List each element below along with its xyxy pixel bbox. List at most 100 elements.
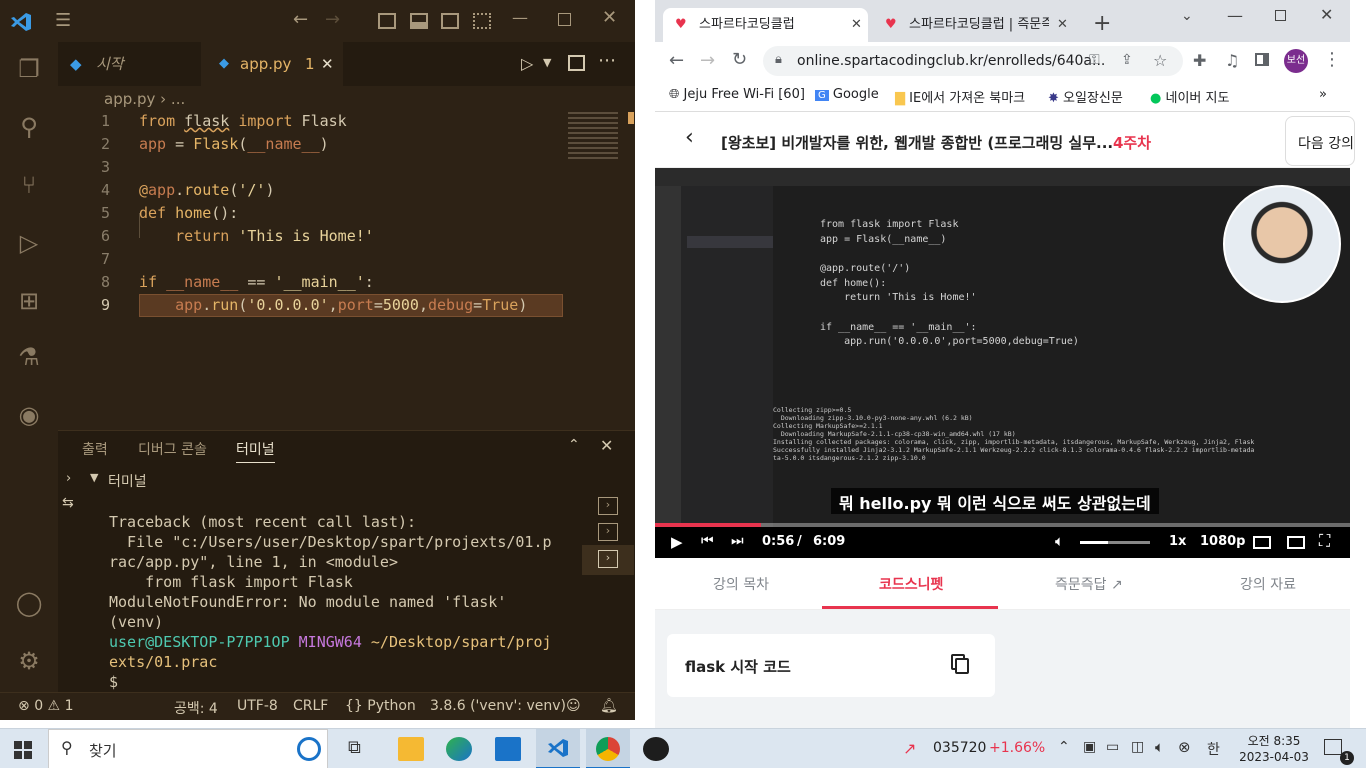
chrome-taskbar-button[interactable] xyxy=(586,729,630,768)
testing-icon[interactable]: ⚗ xyxy=(14,342,44,372)
profile-avatar[interactable]: 보선 xyxy=(1284,49,1308,73)
toggle-panel-icon[interactable] xyxy=(410,13,428,29)
bookmark-item[interactable]: G Google xyxy=(815,87,879,102)
speaker-icon[interactable]: 🔈︎ xyxy=(1155,738,1164,756)
skip-back-icon[interactable]: ⏮︎ xyxy=(701,533,714,549)
tray-overflow-icon[interactable]: ⌃ xyxy=(1058,739,1070,755)
menu-icon[interactable]: ☰ xyxy=(55,10,75,31)
source-control-icon[interactable]: ⑂ xyxy=(14,170,44,200)
meet-now-icon[interactable]: ▣ xyxy=(1083,739,1096,755)
tab-debug-console[interactable]: 디버그 콘솔 xyxy=(138,439,207,459)
reload-icon[interactable]: ↻ xyxy=(732,49,747,70)
tab-search-icon[interactable]: ⌄ xyxy=(1181,8,1193,24)
minimize-icon[interactable]: — xyxy=(1227,6,1243,25)
volume-icon[interactable]: 🔈︎ xyxy=(1055,532,1064,550)
chevron-right-icon[interactable]: › xyxy=(66,471,71,486)
key-icon[interactable]: ⚿ xyxy=(1089,52,1100,68)
close-tab-icon[interactable]: ✕ xyxy=(1057,8,1068,42)
back-arrow-icon[interactable]: ← xyxy=(669,50,684,71)
code-editor[interactable]: app.py › ... 1 2 3 4 5 6 7 8 9 from flas… xyxy=(58,86,635,426)
python-icon[interactable]: ◉ xyxy=(14,400,44,430)
feedback-icon[interactable]: ☺ xyxy=(566,698,581,714)
chrome-menu-icon[interactable]: ⋮ xyxy=(1323,49,1341,70)
breadcrumb[interactable]: app.py › ... xyxy=(104,90,185,108)
tab-lecture-list[interactable]: 강의 목차 xyxy=(713,574,769,594)
close-tab-icon[interactable]: ✕ xyxy=(321,42,334,86)
chevron-down-icon[interactable]: ▼ xyxy=(543,56,551,69)
tab-terminal[interactable]: 터미널 xyxy=(236,439,275,463)
clock-date[interactable]: 2023-04-03 xyxy=(1236,750,1312,764)
minimize-icon[interactable]: — xyxy=(512,8,528,27)
playback-speed[interactable]: 1x xyxy=(1169,534,1186,549)
toggle-sidebar-icon[interactable] xyxy=(378,13,396,29)
taskbar-search[interactable]: ⚲ 찾기 xyxy=(48,729,328,768)
back-chevron-icon[interactable]: ‹ xyxy=(685,125,694,150)
explorer-icon[interactable]: ❐ xyxy=(14,54,44,84)
run-debug-icon[interactable]: ▷ xyxy=(14,228,44,258)
terminal-tabs-icon[interactable]: ⇆ xyxy=(62,495,74,511)
teamviewer-icon[interactable] xyxy=(643,737,669,761)
share-icon[interactable]: ⇪ xyxy=(1121,52,1133,68)
customize-layout-icon[interactable] xyxy=(473,13,491,29)
maximize-panel-icon[interactable]: ⌃ xyxy=(568,437,580,453)
toggle-secondary-sidebar-icon[interactable] xyxy=(441,13,459,29)
edge-icon[interactable] xyxy=(446,737,472,761)
tab-lecture-materials[interactable]: 강의 자료 xyxy=(1240,574,1296,594)
eol-status[interactable]: CRLF xyxy=(293,698,328,714)
more-bookmarks-icon[interactable]: » xyxy=(1319,87,1327,102)
skip-forward-icon[interactable]: ⏭︎ xyxy=(731,533,744,549)
mail-icon[interactable] xyxy=(495,737,521,761)
terminal-instance-icon[interactable]: › xyxy=(598,550,618,568)
run-icon[interactable]: ▷ xyxy=(521,54,533,73)
play-icon[interactable]: ▶ xyxy=(671,533,683,551)
chevron-down-icon[interactable]: ▼ xyxy=(90,471,98,484)
mute-icon[interactable]: ⊗ xyxy=(1178,738,1191,756)
media-control-icon[interactable]: ♫ xyxy=(1225,51,1239,70)
power-icon[interactable]: ▭ xyxy=(1106,739,1119,755)
copy-icon[interactable] xyxy=(955,658,969,674)
volume-slider[interactable] xyxy=(1080,541,1150,544)
browser-tab-active[interactable]: ♥ 스파르타코딩클럽 ✕ xyxy=(663,8,868,42)
minimap[interactable] xyxy=(568,112,618,162)
bookmark-item[interactable]: ✸ 오일장신문 xyxy=(1048,87,1123,106)
stock-code[interactable]: 035720 xyxy=(933,740,986,756)
side-panel-icon[interactable] xyxy=(1255,53,1269,66)
search-icon[interactable]: ⚲ xyxy=(14,112,44,142)
clock-time[interactable]: 오전 8:35 xyxy=(1246,732,1302,749)
tab-welcome[interactable]: ◆ 시작 xyxy=(58,42,201,86)
close-icon[interactable]: ✕ xyxy=(602,7,617,28)
next-lecture-button[interactable]: 다음 강의 xyxy=(1285,116,1355,166)
maximize-icon[interactable] xyxy=(1275,10,1286,21)
windows-start-icon[interactable] xyxy=(14,741,32,759)
fullscreen-icon[interactable]: ⛶ xyxy=(1319,531,1330,551)
ime-indicator[interactable]: 한 xyxy=(1207,739,1220,759)
terminal-instance-icon[interactable]: › xyxy=(598,523,618,541)
address-bar[interactable]: 🔒︎ online.spartacodingclub.kr/enrolleds/… xyxy=(763,46,1183,76)
close-panel-icon[interactable]: ✕ xyxy=(600,436,613,455)
bookmark-item[interactable]: ▇ IE에서 가져온 북마크 xyxy=(895,87,1025,106)
back-arrow-icon[interactable]: ← xyxy=(293,9,308,30)
bookmark-item[interactable]: 🌐︎ Jeju Free Wi-Fi [60] xyxy=(669,87,805,102)
forward-arrow-icon[interactable]: → xyxy=(700,50,715,71)
language-status[interactable]: {} Python xyxy=(345,698,416,714)
network-icon[interactable]: ◫ xyxy=(1131,739,1144,755)
maximize-icon[interactable] xyxy=(558,13,571,26)
close-tab-icon[interactable]: ✕ xyxy=(851,8,862,42)
pip-icon[interactable] xyxy=(1287,536,1305,549)
captions-icon[interactable] xyxy=(1253,536,1271,549)
browser-tab[interactable]: ♥ 스파르타코딩클럽 | 즉문즉 ✕ xyxy=(873,8,1073,42)
vscode-taskbar-button[interactable] xyxy=(536,729,580,768)
snippet-card[interactable]: flask 시작 코드 xyxy=(667,634,995,697)
bookmark-star-icon[interactable]: ☆ xyxy=(1153,51,1167,70)
file-explorer-icon[interactable] xyxy=(398,737,424,761)
tab-app-py[interactable]: ◆ app.py 1 ✕ xyxy=(201,42,343,86)
extensions-icon[interactable]: ⊞ xyxy=(14,286,44,316)
bookmark-item[interactable]: ● 네이버 지도 xyxy=(1150,87,1229,106)
video-player[interactable]: from flask import Flask app = Flask(__na… xyxy=(655,168,1350,558)
new-tab-icon[interactable]: + xyxy=(1093,11,1111,36)
extensions-icon[interactable]: ✚ xyxy=(1193,51,1206,70)
bell-icon[interactable]: 🔔︎ xyxy=(600,698,618,714)
prompt-symbol[interactable]: $ xyxy=(109,673,118,691)
settings-gear-icon[interactable]: ⚙ xyxy=(14,646,44,676)
terminal-instance-icon[interactable]: › xyxy=(598,497,618,515)
